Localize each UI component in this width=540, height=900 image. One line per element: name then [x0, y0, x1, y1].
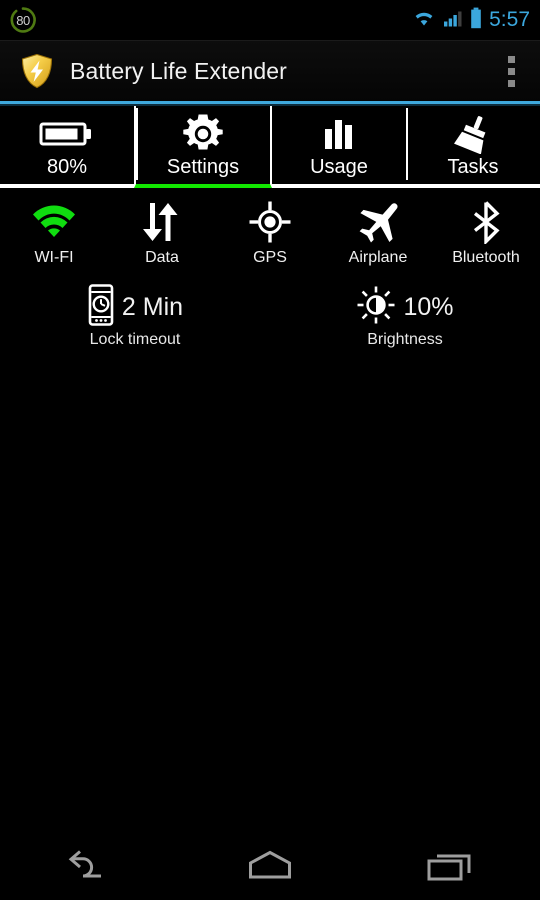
setting-lock-timeout[interactable]: 2 Min Lock timeout [0, 283, 270, 349]
bluetooth-icon [469, 200, 503, 244]
home-icon [242, 849, 298, 888]
action-bar: Battery Life Extender [0, 41, 540, 101]
nav-home-button[interactable] [180, 849, 360, 888]
wifi-icon [30, 200, 78, 244]
tab-settings[interactable]: Settings [134, 106, 272, 188]
status-bar-right: 5:57 [412, 7, 530, 34]
brightness-value: 10% [403, 292, 454, 321]
toggle-wifi[interactable]: WI-FI [0, 200, 108, 266]
toggle-row: WI-FI Data GPS Airplane Bluetooth [0, 188, 540, 272]
status-bar: 80 5:57 [0, 0, 540, 40]
overflow-dot [507, 79, 515, 87]
lock-timeout-value: 2 Min [121, 292, 184, 321]
toggle-airplane[interactable]: Airplane [324, 200, 432, 266]
data-sync-icon [138, 200, 186, 244]
setting-lock-timeout-main: 2 Min [87, 283, 184, 331]
lock-timeout-label: Lock timeout [89, 331, 181, 348]
phone-clock-icon [87, 283, 115, 331]
toggle-label-airplane: Airplane [348, 249, 408, 266]
tab-label-settings: Settings [166, 155, 240, 178]
setting-brightness[interactable]: 10% Brightness [270, 284, 540, 349]
tab-battery[interactable]: 80% [0, 106, 134, 188]
overflow-dot [507, 67, 515, 75]
tab-label-usage: Usage [310, 155, 368, 178]
overflow-menu-icon[interactable] [496, 49, 526, 93]
tab-usage[interactable]: Usage [272, 106, 406, 188]
cellular-signal-icon [443, 8, 463, 33]
broom-icon [451, 114, 495, 154]
toggle-gps[interactable]: GPS [216, 200, 324, 266]
tab-label-tasks: Tasks [447, 155, 499, 178]
overflow-dot [507, 55, 515, 63]
toggle-bluetooth[interactable]: Bluetooth [432, 200, 540, 266]
app-root: 80 5:57 Battery Life Extender 80% Settin… [0, 0, 540, 900]
settings-row: 2 Min Lock timeout 10% Brightness [0, 272, 540, 349]
back-icon [64, 849, 116, 888]
tab-bar: 80% Settings Usage Tasks [0, 106, 540, 188]
brightness-label: Brightness [367, 331, 443, 348]
setting-brightness-main: 10% [356, 284, 454, 330]
toggle-data[interactable]: Data [108, 200, 216, 266]
tab-tasks[interactable]: Tasks [406, 106, 540, 188]
android-nav-bar [0, 836, 540, 900]
airplane-icon [355, 200, 401, 244]
status-bar-clock: 5:57 [489, 8, 530, 31]
nav-recents-button[interactable] [360, 849, 540, 888]
battery-circle-icon: 80 [8, 5, 38, 35]
tab-label-battery: 80% [46, 155, 88, 178]
battery-icon [470, 7, 482, 34]
shield-bolt-icon [20, 53, 54, 89]
battery-horizontal-icon [39, 114, 95, 154]
recents-icon [423, 849, 477, 888]
wifi-signal-icon [412, 8, 436, 33]
gps-icon [249, 200, 291, 244]
toggle-label-wifi: WI-FI [34, 249, 74, 266]
page-title: Battery Life Extender [70, 57, 287, 84]
toggle-label-data: Data [145, 249, 179, 266]
bar-chart-icon [319, 114, 359, 154]
toggle-label-bluetooth: Bluetooth [452, 249, 520, 266]
content-empty-area [0, 349, 540, 836]
toggle-label-gps: GPS [253, 249, 287, 266]
brightness-sun-icon [356, 285, 396, 330]
status-bar-left: 80 [8, 5, 38, 35]
battery-badge-value: 80 [16, 12, 30, 28]
gear-icon [182, 114, 224, 154]
nav-back-button[interactable] [0, 849, 180, 888]
